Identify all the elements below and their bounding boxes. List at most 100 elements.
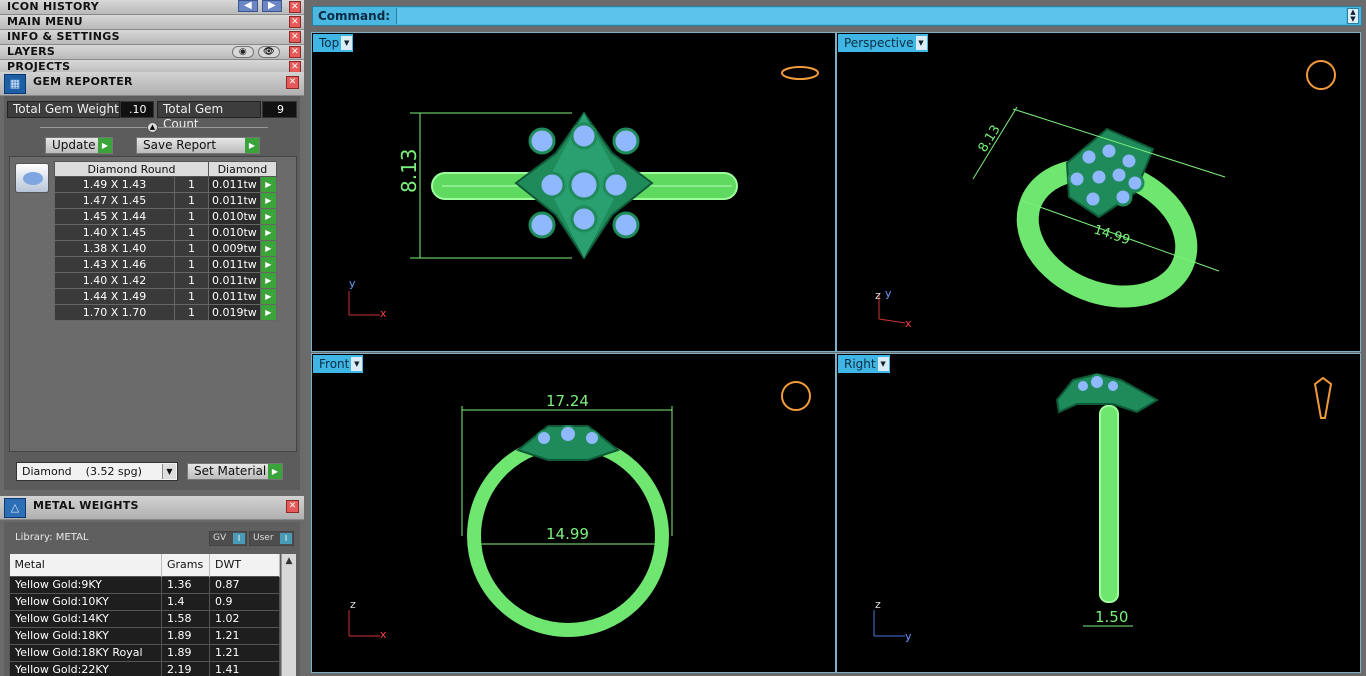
- table-row[interactable]: Yellow Gold:14KY 1.58 1.02: [9, 609, 280, 628]
- collapse-icon[interactable]: ▲: [147, 122, 158, 133]
- user-label: User: [253, 533, 274, 543]
- metal-dwt-cell: 1.21: [209, 643, 280, 662]
- dimension-label-persp-b: 14.99: [1092, 223, 1132, 249]
- table-row[interactable]: 1.45 X 1.44 1 0.010tw ▶: [54, 208, 277, 225]
- update-button[interactable]: Update ▶: [45, 137, 113, 154]
- gem-count-cell: 1: [174, 288, 209, 305]
- close-icon[interactable]: ✕: [289, 16, 301, 28]
- play-icon: ▶: [268, 464, 282, 479]
- table-row[interactable]: 1.40 X 1.45 1 0.010tw ▶: [54, 224, 277, 241]
- play-icon: ▶: [98, 138, 112, 153]
- main-menu-bar[interactable]: MAIN MENU ✕: [0, 15, 304, 30]
- gem-size-cell: 1.40 X 1.42: [54, 272, 175, 289]
- chevron-down-icon[interactable]: ▼: [162, 464, 176, 479]
- play-icon: ▶: [245, 138, 259, 153]
- play-icon[interactable]: ▶: [259, 176, 277, 193]
- metal-grams-cell: 1.58: [161, 609, 210, 628]
- viewport-right[interactable]: Right ▼ 1.50 z y: [836, 353, 1361, 673]
- metal-dwt-cell: 1.02: [209, 609, 280, 628]
- gem-weight-cell: 0.011tw: [208, 192, 261, 209]
- set-material-button[interactable]: Set Material ▶: [187, 463, 283, 480]
- metal-grams-cell: 1.36: [161, 575, 210, 594]
- ring-orientation-icon: [781, 381, 811, 411]
- total-gem-count-value: 9: [262, 101, 297, 118]
- metal-name-cell: Yellow Gold:14KY: [9, 609, 162, 628]
- scroll-up-icon[interactable]: ▲: [282, 554, 296, 569]
- back-arrow-icon[interactable]: ◀: [238, 0, 258, 12]
- set-material-button-label: Set Material: [194, 464, 267, 478]
- ring-orientation-icon: [1306, 60, 1336, 90]
- gem-count-cell: 1: [174, 176, 209, 193]
- command-input[interactable]: [396, 8, 1346, 24]
- layers-bar[interactable]: LAYERS ◉ 👁 ✕: [0, 45, 304, 60]
- play-icon[interactable]: ▶: [259, 240, 277, 257]
- close-icon[interactable]: ✕: [289, 46, 301, 58]
- close-icon[interactable]: ✕: [289, 1, 301, 13]
- table-row[interactable]: 1.49 X 1.43 1 0.011tw ▶: [54, 176, 277, 193]
- axis-z-label: z: [875, 598, 881, 611]
- play-icon[interactable]: ▶: [259, 192, 277, 209]
- table-row[interactable]: Yellow Gold:18KY Royal 1.89 1.21: [9, 643, 280, 662]
- user-toggle[interactable]: User I: [249, 531, 294, 546]
- gem-table: Diamond Round Diamond 1.49 X 1.43 1 0.011t…: [54, 161, 277, 321]
- play-icon[interactable]: ▶: [259, 224, 277, 241]
- forward-arrow-icon[interactable]: ▶: [262, 0, 282, 12]
- play-icon[interactable]: ▶: [259, 272, 277, 289]
- info-settings-bar[interactable]: INFO & SETTINGS ✕: [0, 30, 304, 45]
- table-row[interactable]: Yellow Gold:18KY 1.89 1.21: [9, 626, 280, 645]
- viewport-top[interactable]: Top ▼ 8.13 y x: [311, 32, 836, 352]
- metal-name-cell: Yellow Gold:18KY: [9, 626, 162, 645]
- play-icon[interactable]: ▶: [259, 288, 277, 305]
- metal-scrollbar[interactable]: ▲: [281, 554, 296, 676]
- axis-y-label: y: [905, 630, 912, 643]
- close-icon[interactable]: ✕: [286, 500, 299, 513]
- metal-grams-cell: 1.89: [161, 626, 210, 645]
- viewport-front[interactable]: Front ▼ 17.24 14.99 z x: [311, 353, 836, 673]
- table-row[interactable]: 1.47 X 1.45 1 0.011tw ▶: [54, 192, 277, 209]
- save-report-button[interactable]: Save Report ▶: [136, 137, 260, 154]
- col-header-dwt: DWT: [209, 554, 280, 576]
- table-row[interactable]: 1.44 X 1.49 1 0.011tw ▶: [54, 288, 277, 305]
- metal-weights-header: △ METAL WEIGHTS ✕: [0, 496, 304, 520]
- right-view-canvas: 1.50 z y: [873, 372, 1333, 643]
- gem-stones-top: [528, 122, 640, 239]
- table-row[interactable]: 1.43 X 1.46 1 0.011tw ▶: [54, 256, 277, 273]
- metal-table-body: Yellow Gold:9KY 1.36 0.87 Yellow Gold:10KY 1…: [9, 575, 280, 676]
- command-label: Command:: [318, 9, 391, 23]
- eye-icon[interactable]: 👁: [258, 46, 280, 58]
- table-row[interactable]: Yellow Gold:10KY 1.4 0.9: [9, 592, 280, 611]
- table-row[interactable]: 1.70 X 1.70 1 0.019tw ▶: [54, 304, 277, 321]
- gem-weight-cell: 0.011tw: [208, 176, 261, 193]
- dimension-label-persp-a: 8.13: [976, 123, 1004, 156]
- gem-count-cell: 1: [174, 192, 209, 209]
- close-icon[interactable]: ✕: [286, 76, 299, 89]
- command-scroll-icon[interactable]: ▲ ▼: [1347, 8, 1359, 24]
- axis-z-label: z: [350, 598, 356, 611]
- round-diamond-icon[interactable]: [15, 163, 49, 193]
- ring-orientation-icon: [1313, 376, 1333, 419]
- gv-label: GV: [213, 533, 227, 543]
- viewport-perspective[interactable]: Perspective ▼ 8.13 14.99 z y x: [836, 32, 1361, 352]
- metal-dwt-cell: 0.87: [209, 575, 280, 594]
- gem-size-cell: 1.45 X 1.44: [54, 208, 175, 225]
- total-gem-count-label: Total Gem Count: [157, 101, 261, 131]
- table-row[interactable]: 1.40 X 1.42 1 0.011tw ▶: [54, 272, 277, 289]
- axis-z-label: z: [875, 289, 881, 302]
- metal-grams-cell: 1.4: [161, 592, 210, 611]
- play-icon[interactable]: ▶: [259, 208, 277, 225]
- material-select[interactable]: Diamond (3.52 spg) ▼: [16, 462, 178, 481]
- gem-reporter-icon: ▦: [4, 74, 26, 94]
- table-row[interactable]: Yellow Gold:22KY 2.19 1.41: [9, 660, 280, 676]
- table-row[interactable]: 1.38 X 1.40 1 0.009tw ▶: [54, 240, 277, 257]
- gem-size-cell: 1.38 X 1.40: [54, 240, 175, 257]
- play-icon[interactable]: ▶: [259, 304, 277, 321]
- gv-toggle[interactable]: GV I: [209, 531, 247, 546]
- play-icon[interactable]: ▶: [259, 256, 277, 273]
- metal-name-cell: Yellow Gold:22KY: [9, 660, 162, 676]
- lens-icon[interactable]: ◉: [232, 46, 254, 58]
- icon-history-bar[interactable]: ICON HISTORY ◀ ▶ ✕: [0, 0, 304, 15]
- gem-count-cell: 1: [174, 240, 209, 257]
- axis-x-label: x: [905, 317, 912, 330]
- close-icon[interactable]: ✕: [289, 31, 301, 43]
- table-row[interactable]: Yellow Gold:9KY 1.36 0.87: [9, 575, 280, 594]
